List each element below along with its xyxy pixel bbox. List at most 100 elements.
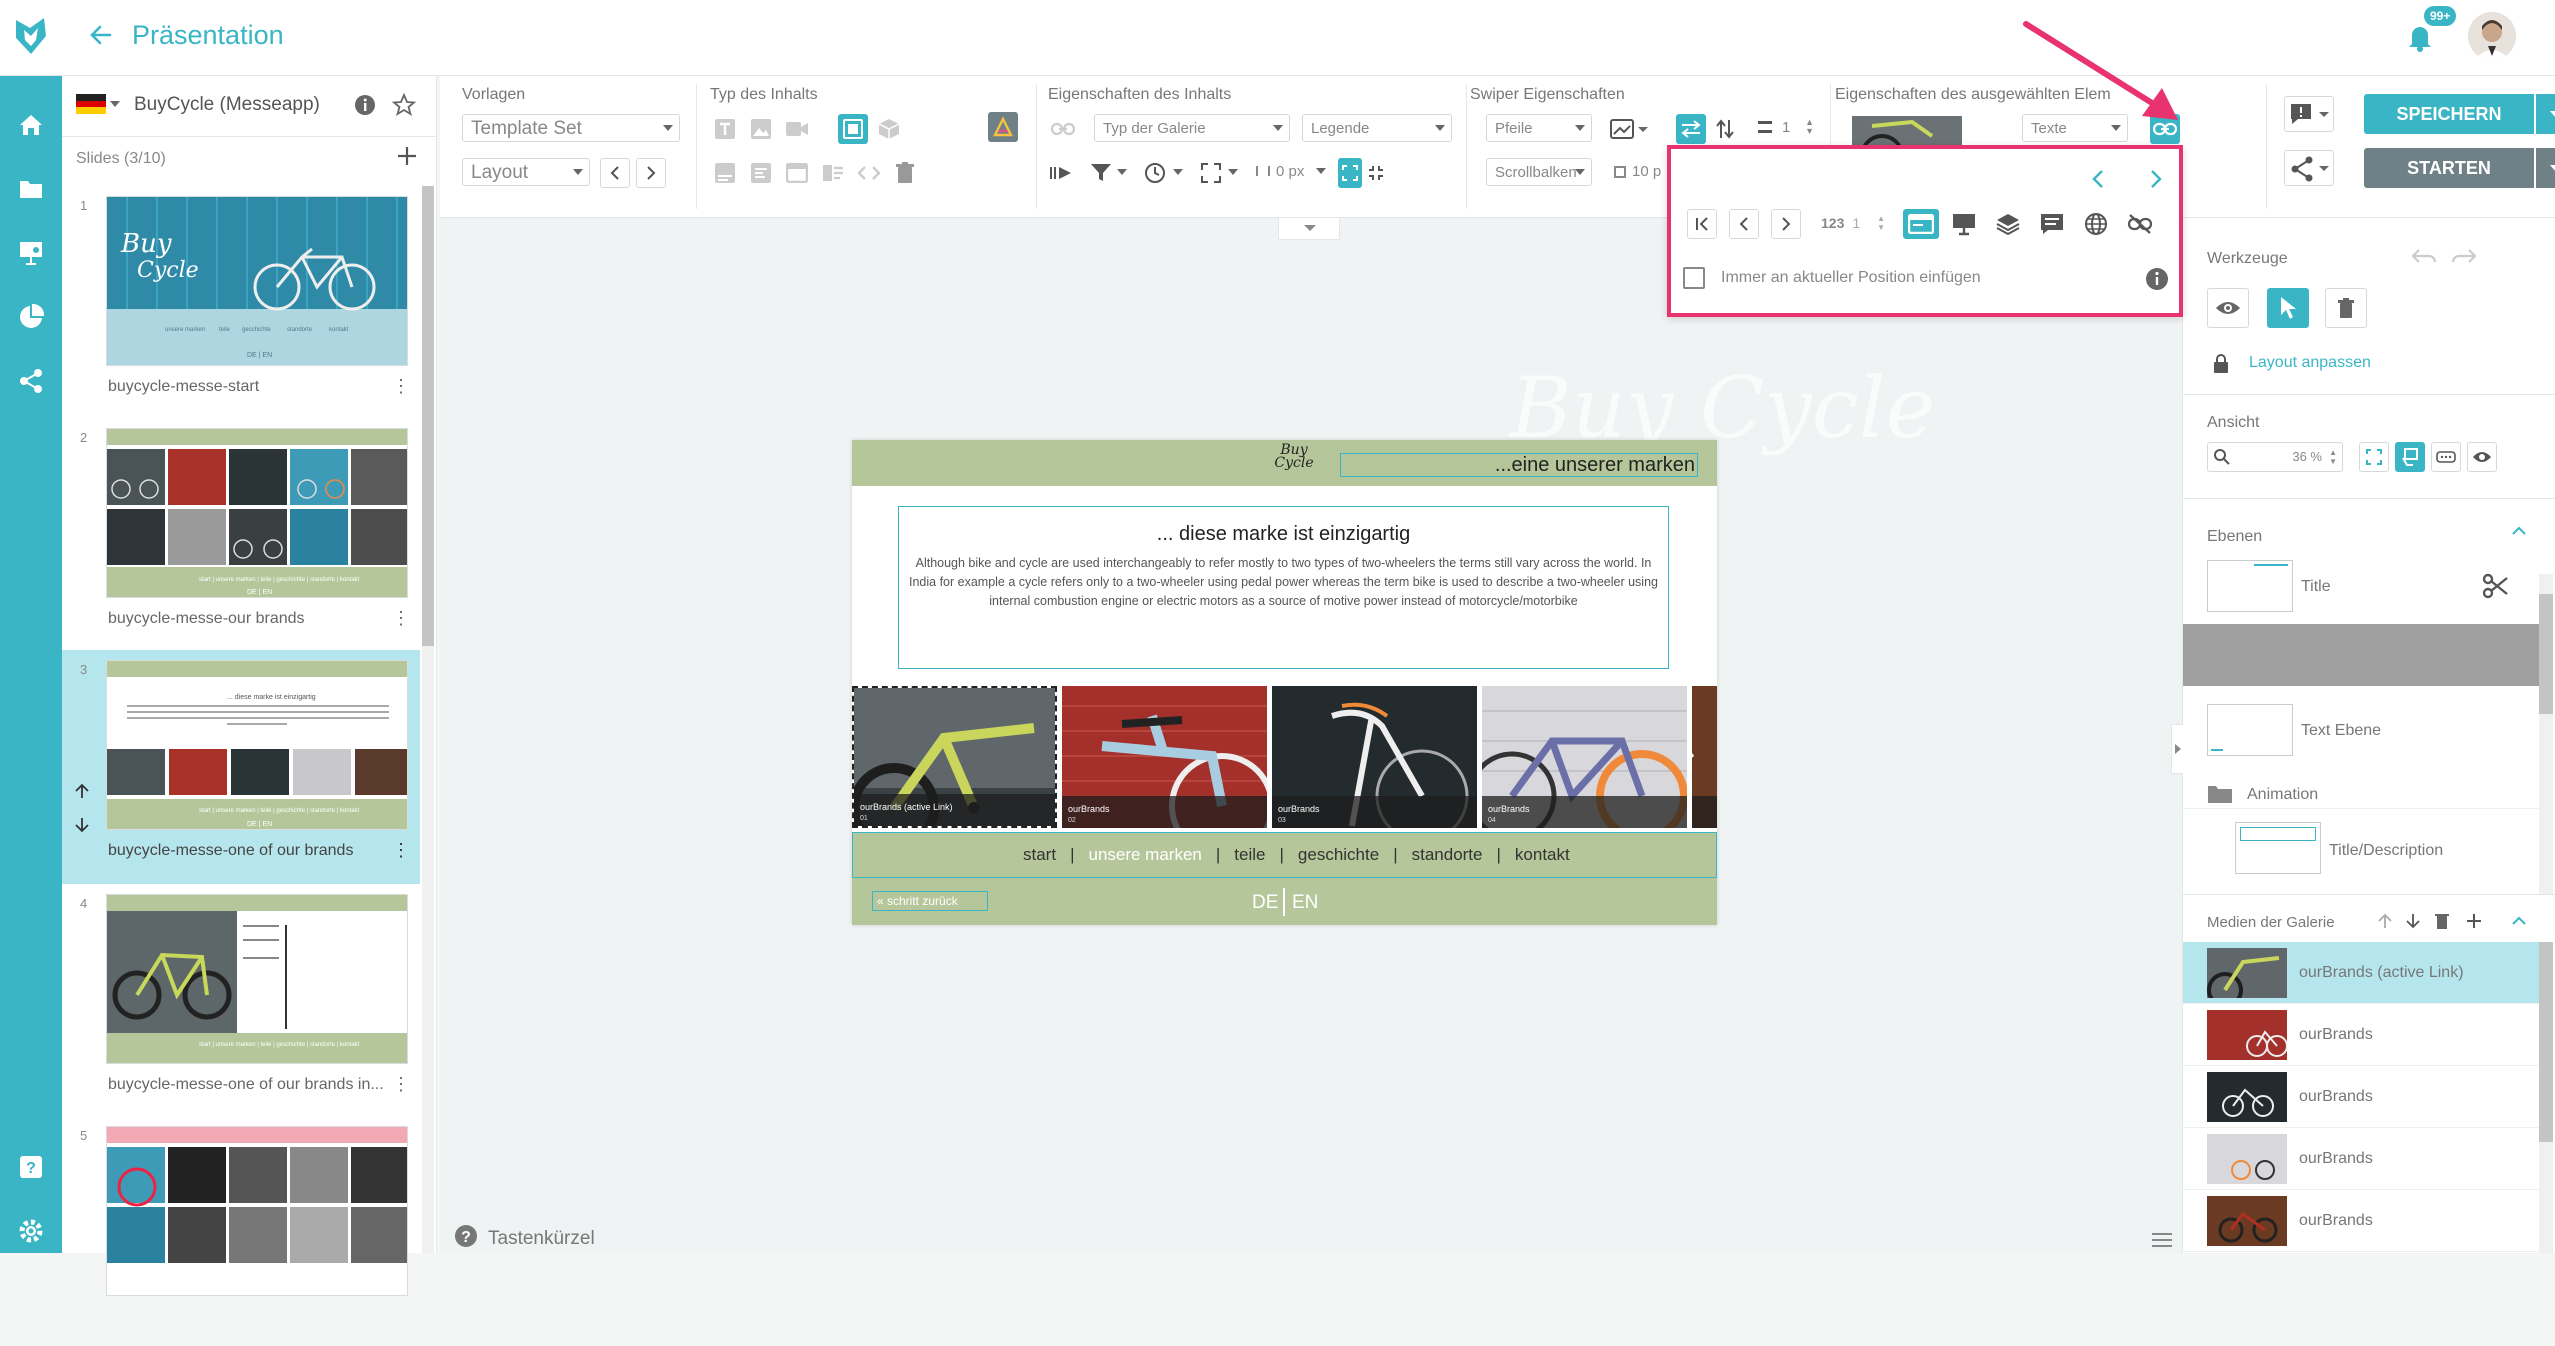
touch-view-icon[interactable] [2395, 442, 2425, 472]
previous-page-button[interactable] [1729, 209, 1759, 239]
adjust-layout-link[interactable]: Layout anpassen [2249, 354, 2371, 372]
layer-group-animation[interactable]: Animation [2183, 754, 2539, 814]
media-item[interactable]: ourBrands [2183, 1066, 2539, 1128]
select-cursor-button[interactable] [2267, 288, 2309, 328]
slide-header-text[interactable]: ...eine unserer marken [1340, 453, 1698, 477]
move-media-up-icon[interactable] [2377, 912, 2393, 930]
flag-germany-icon[interactable] [76, 94, 106, 114]
gallery-image[interactable]: ourBrands 04 [1482, 686, 1687, 828]
save-button[interactable]: SPEICHERN [2364, 94, 2534, 134]
avatar[interactable] [2468, 12, 2516, 60]
nav-link-unsere-marken[interactable]: unsere marken [1088, 845, 1201, 864]
slide-item[interactable]: 1 Buy Cycle unsere marken teile geschichte… [62, 186, 420, 416]
save-options-dropdown[interactable] [2536, 94, 2555, 134]
layer-stack-icon[interactable] [2150, 1228, 2174, 1250]
popup-info-icon[interactable] [2145, 267, 2169, 291]
delete-media-icon[interactable] [2435, 912, 2449, 930]
link-slide-button[interactable] [1903, 209, 1939, 239]
spacing-select[interactable]: 0 px [1248, 158, 1332, 186]
arrows-select[interactable]: Pfeile [1486, 114, 1592, 142]
collapse-icon[interactable] [1364, 158, 1388, 188]
dotted-box-icon[interactable] [2431, 442, 2461, 472]
next-page-button[interactable] [1771, 209, 1801, 239]
nav-link-teile[interactable]: teile [1234, 845, 1265, 864]
more-options-icon[interactable]: ⋮ [392, 1074, 410, 1095]
layer-item[interactable]: Title/Description [2183, 814, 2539, 874]
legend-select[interactable]: Legende [1302, 114, 1452, 142]
collapse-toolbar-button[interactable] [1278, 218, 1340, 240]
popup-next-icon[interactable] [2149, 169, 2163, 189]
popup-prev-icon[interactable] [2091, 169, 2105, 189]
link-web-icon[interactable] [2081, 209, 2111, 239]
media-item[interactable]: ourBrands [2183, 1128, 2539, 1190]
gallery-type-select[interactable]: Typ der Galerie [1094, 114, 1290, 142]
media-item-active[interactable]: ourBrands (active Link) [2183, 942, 2539, 1004]
statistics-icon[interactable] [16, 302, 46, 332]
help-circle-icon[interactable]: ? [454, 1224, 478, 1248]
info-icon[interactable] [354, 94, 376, 116]
slide-item-selected[interactable]: 3 ... diese marke ist einzigartig start … [62, 650, 420, 884]
unlink-icon[interactable] [2125, 209, 2155, 239]
template-set-select[interactable]: Template Set [462, 114, 680, 142]
toggle-right-panel[interactable] [2171, 724, 2183, 774]
layer-item-selected[interactable] [2183, 624, 2539, 686]
gallery-image[interactable]: ourBrands (active Link) 01 [852, 686, 1057, 828]
share-icon[interactable] [16, 366, 46, 396]
link-popup-icon[interactable] [2037, 209, 2067, 239]
redo-icon[interactable] [2449, 244, 2479, 268]
settings-gear-icon[interactable] [16, 1216, 46, 1246]
language-dropdown-icon[interactable] [110, 101, 120, 107]
preview-eye-button[interactable] [2207, 288, 2249, 328]
back-step-link[interactable]: « schritt zurück [872, 891, 988, 911]
gallery-next-arrow-icon[interactable]: › [1688, 744, 1695, 767]
first-page-button[interactable] [1687, 209, 1717, 239]
gallery-image[interactable]: ourBrands 02 [1062, 686, 1267, 828]
fullscreen-icon[interactable] [1196, 158, 1226, 188]
media-item[interactable]: ourBrands [2183, 1190, 2539, 1252]
keyboard-shortcuts-link[interactable]: Tastenkürzel [488, 1228, 595, 1250]
notification-bell-icon[interactable] [2406, 22, 2434, 52]
move-down-icon[interactable] [74, 816, 90, 834]
collapse-layers-icon[interactable] [2511, 526, 2527, 536]
language-de[interactable]: DE [1252, 892, 1278, 914]
slides-per-view-stepper[interactable]: 1 ▲ ▼ [1750, 114, 1822, 142]
collapse-media-icon[interactable] [2511, 916, 2527, 926]
link-icon[interactable] [1048, 114, 1078, 144]
next-layout-button[interactable] [636, 158, 666, 188]
nav-link-start[interactable]: start [1023, 845, 1056, 864]
autoplay-icon[interactable] [1046, 158, 1076, 188]
gallery-image[interactable]: ourBrands 03 [1272, 686, 1477, 828]
text-type-icon[interactable] [710, 114, 740, 144]
padding-input[interactable]: 10 p [1606, 158, 1666, 186]
language-en[interactable]: EN [1292, 892, 1318, 914]
timer-icon[interactable] [1140, 158, 1170, 188]
start-presentation-button[interactable]: STARTEN [2364, 148, 2534, 188]
move-media-down-icon[interactable] [2405, 912, 2421, 930]
nav-link-geschichte[interactable]: geschichte [1298, 845, 1379, 864]
nav-link-kontakt[interactable]: kontakt [1515, 845, 1570, 864]
scrollbar-select[interactable]: Scrollbalken [1486, 158, 1592, 186]
delete-content-icon[interactable] [890, 158, 920, 188]
page-number-stepper[interactable]: 123 1 ▲ ▼ [1813, 210, 1889, 238]
image-size-select[interactable] [1606, 114, 1654, 144]
video-type-icon[interactable] [782, 114, 812, 144]
start-options-dropdown[interactable] [2536, 148, 2555, 188]
ai-generate-button[interactable] [988, 112, 1018, 142]
link-layer-icon[interactable] [1993, 209, 2023, 239]
gallery-type-icon[interactable] [838, 114, 868, 144]
insert-at-position-checkbox[interactable] [1683, 267, 1705, 289]
media-item[interactable]: ourBrands [2183, 1004, 2539, 1066]
media-scrollbar[interactable] [2539, 942, 2553, 1253]
vertical-swipe-icon[interactable] [1710, 114, 1740, 144]
add-media-icon[interactable] [2465, 912, 2483, 930]
slide-item[interactable]: 5 [62, 1116, 420, 1346]
more-options-icon[interactable]: ⋮ [392, 376, 410, 397]
previous-layout-button[interactable] [600, 158, 630, 188]
expand-icon[interactable] [1338, 158, 1362, 188]
fit-screen-icon[interactable] [2359, 442, 2389, 472]
add-slide-icon[interactable] [395, 144, 419, 168]
help-icon[interactable]: ? [16, 1152, 46, 1182]
horizontal-swipe-icon[interactable] [1676, 114, 1706, 144]
filter-icon[interactable] [1086, 158, 1116, 188]
3d-type-icon[interactable] [874, 114, 904, 144]
